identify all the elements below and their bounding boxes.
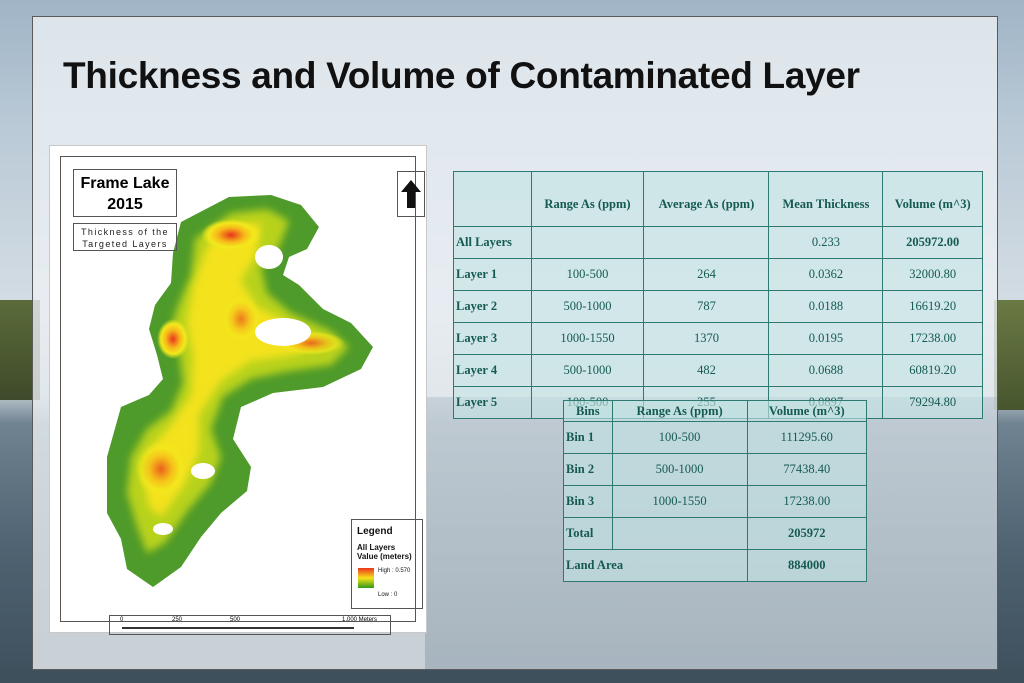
row-label: Layer 5 xyxy=(453,386,532,419)
row-label: Bin 2 xyxy=(563,453,613,486)
slide-title: Thickness and Volume of Contaminated Lay… xyxy=(63,55,860,96)
table-row: Layer 1 100-500 264 0.0362 32000.80 xyxy=(453,258,983,291)
table-row: Bin 3 1000-1550 17238.00 xyxy=(563,485,868,518)
row-label: Layer 2 xyxy=(453,290,532,323)
table-cell: 0.0195 xyxy=(768,322,884,355)
table-row: Total 205972 xyxy=(563,517,868,550)
table-cell: 1000-1550 xyxy=(611,485,748,518)
map-figure: Frame Lake 2015 Thickness of the Targete… xyxy=(49,145,427,635)
table-cell: 100-500 xyxy=(611,421,748,454)
table-header-row: Range As (ppm) Average As (ppm) Mean Thi… xyxy=(453,171,983,227)
map-subtitle-line1: Thickness of the xyxy=(81,227,169,237)
table-cell: 79294.80 xyxy=(882,386,983,419)
scale-line xyxy=(122,627,354,629)
table-row: Layer 3 1000-1550 1370 0.0195 17238.00 xyxy=(453,322,983,355)
table-cell: 0.0188 xyxy=(768,290,884,323)
table-header: Volume (m^3) xyxy=(746,400,868,422)
table-cell: 0.233 xyxy=(768,226,884,259)
table-cell: 205972 xyxy=(746,517,868,550)
table-cell: 264 xyxy=(643,258,770,291)
table-cell: 482 xyxy=(643,354,770,387)
row-label: Bin 1 xyxy=(563,421,613,454)
row-label: Layer 3 xyxy=(453,322,532,355)
table-cell: 500-1000 xyxy=(530,354,645,387)
table-header: Mean Thickness xyxy=(768,171,884,227)
table-cell: 500-1000 xyxy=(611,453,748,486)
table-cell: 77438.40 xyxy=(746,453,868,486)
table-cell: 17238.00 xyxy=(746,485,868,518)
table-header: Range As (ppm) xyxy=(530,171,645,227)
lake-shape xyxy=(107,195,373,587)
bin-volume-table: Bins Range As (ppm) Volume (m^3) Bin 1 1… xyxy=(563,400,868,582)
table-header: Range As (ppm) xyxy=(611,400,748,422)
table-cell: 16619.20 xyxy=(882,290,983,323)
table-cell xyxy=(611,517,748,550)
map-subtitle-line2: Targeted Layers xyxy=(82,239,168,249)
table-cell xyxy=(530,226,645,259)
table-row: Layer 2 500-1000 787 0.0188 16619.20 xyxy=(453,290,983,323)
row-label: All Layers xyxy=(453,226,532,259)
map-title-line2: 2015 xyxy=(107,196,143,213)
map-title-line1: Frame Lake xyxy=(80,175,170,192)
table-cell: 787 xyxy=(643,290,770,323)
legend-high: High : 0.570 xyxy=(378,568,411,574)
table-cell: 500-1000 xyxy=(530,290,645,323)
row-label: Land Area xyxy=(563,549,748,582)
table-row: All Layers 0.233 205972.00 xyxy=(453,226,983,259)
scale-bar: 0 250 500 1,000 Meters xyxy=(109,615,391,635)
table-cell: 32000.80 xyxy=(882,258,983,291)
legend-color-ramp xyxy=(358,568,374,588)
layer-volume-table: Range As (ppm) Average As (ppm) Mean Thi… xyxy=(453,171,983,419)
table-header xyxy=(453,171,532,227)
table-cell: 100-500 xyxy=(530,258,645,291)
scale-label: 500 xyxy=(230,617,241,623)
table-cell: 60819.20 xyxy=(882,354,983,387)
map-title-box: Frame Lake 2015 xyxy=(73,169,177,217)
legend-low: Low : 0 xyxy=(378,592,398,598)
scale-label: 1,000 Meters xyxy=(342,617,378,623)
map-frame: Frame Lake 2015 Thickness of the Targete… xyxy=(60,156,425,635)
row-label: Layer 1 xyxy=(453,258,532,291)
table-row: Bin 1 100-500 111295.60 xyxy=(563,421,868,454)
legend-layer: All Layers xyxy=(357,543,396,552)
map-legend: Legend All Layers Value (meters) High : … xyxy=(351,519,423,609)
table-header: Average As (ppm) xyxy=(643,171,770,227)
table-cell: 0.0688 xyxy=(768,354,884,387)
row-label: Total xyxy=(563,517,613,550)
table-row: Land Area 884000 xyxy=(563,549,868,582)
table-cell: 17238.00 xyxy=(882,322,983,355)
table-cell: 1000-1550 xyxy=(530,322,645,355)
legend-value-label: Value (meters) xyxy=(357,552,412,561)
legend-title: Legend xyxy=(357,526,393,537)
slide: Thickness and Volume of Contaminated Lay… xyxy=(32,16,998,670)
table-row: Layer 4 500-1000 482 0.0688 60819.20 xyxy=(453,354,983,387)
scale-label: 250 xyxy=(172,617,183,623)
table-cell: 884000 xyxy=(746,549,868,582)
row-label: Layer 4 xyxy=(453,354,532,387)
table-header: Volume (m^3) xyxy=(882,171,983,227)
table-cell: 1370 xyxy=(643,322,770,355)
north-arrow-icon xyxy=(397,171,425,217)
table-cell: 111295.60 xyxy=(746,421,868,454)
table-row: Bin 2 500-1000 77438.40 xyxy=(563,453,868,486)
background-trees-right xyxy=(994,300,1024,410)
table-header-row: Bins Range As (ppm) Volume (m^3) xyxy=(563,400,868,422)
table-header: Bins xyxy=(563,400,613,422)
map-subtitle-box: Thickness of the Targeted Layers xyxy=(73,223,177,251)
scale-label: 0 xyxy=(120,617,124,623)
table-cell xyxy=(643,226,770,259)
table-cell: 205972.00 xyxy=(882,226,983,259)
row-label: Bin 3 xyxy=(563,485,613,518)
table-cell: 0.0362 xyxy=(768,258,884,291)
